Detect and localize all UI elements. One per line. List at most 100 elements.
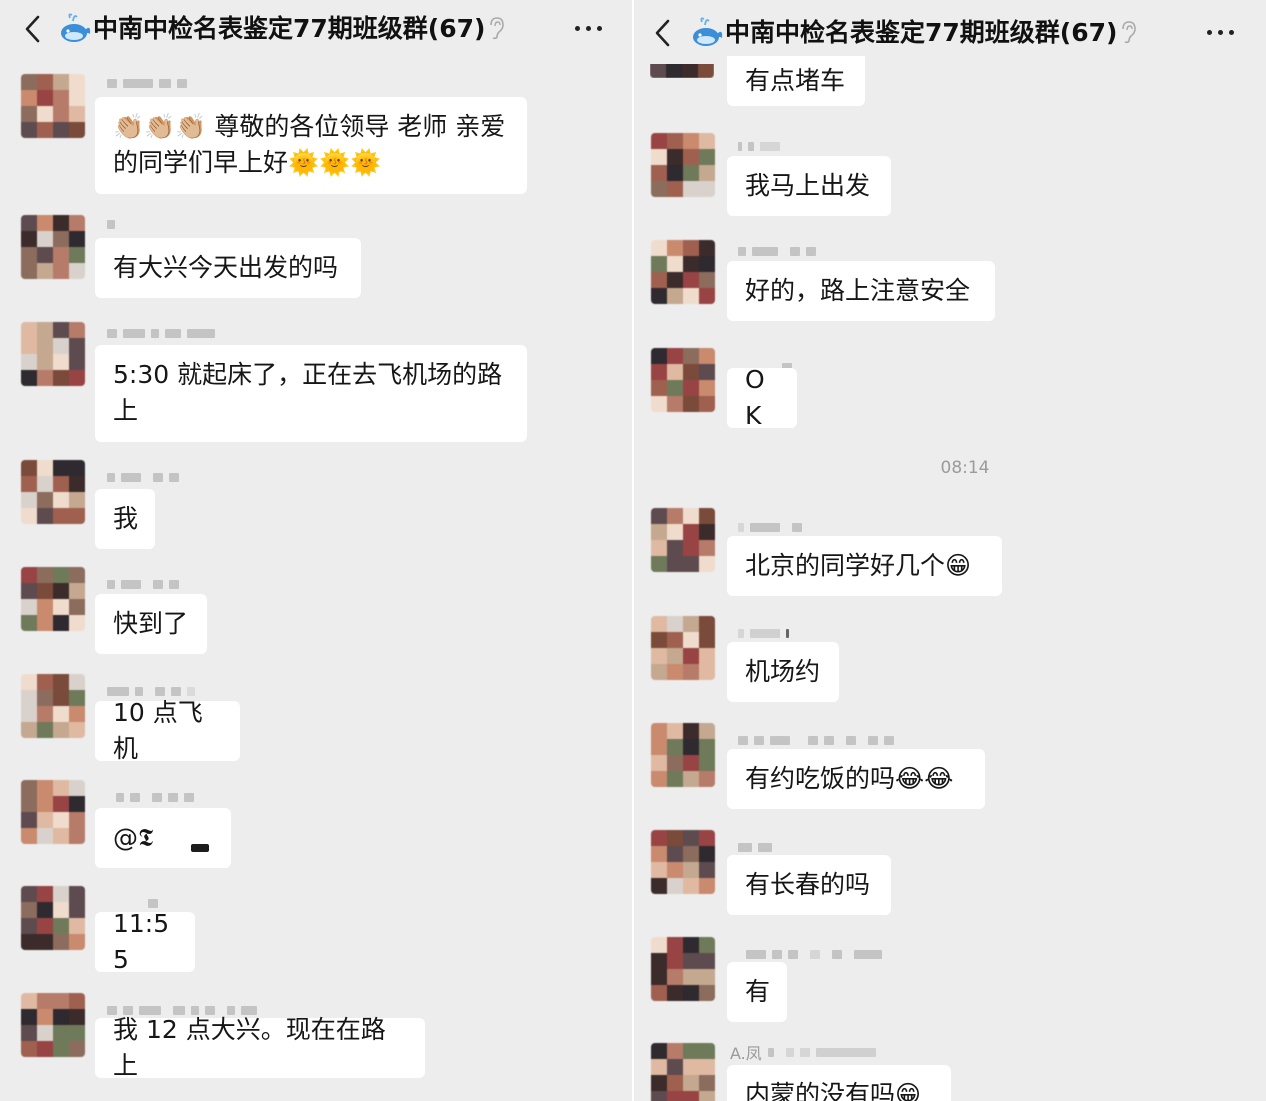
message-bubble[interactable]: 有大兴今天出发的吗	[95, 238, 361, 298]
avatar-pixel	[683, 1059, 699, 1075]
more-dots-icon[interactable]	[573, 22, 607, 36]
avatar[interactable]	[651, 240, 715, 304]
avatar-pixel	[683, 1075, 699, 1091]
message-text: OK	[745, 365, 765, 430]
avatar[interactable]	[21, 886, 85, 950]
avatar-pixel	[69, 122, 85, 138]
avatar[interactable]	[651, 348, 715, 412]
avatar-pixel	[37, 338, 53, 354]
sender-name	[107, 326, 215, 340]
avatar-pixel	[37, 828, 53, 844]
avatar[interactable]	[651, 133, 715, 197]
avatar-pixel	[651, 771, 667, 787]
avatar[interactable]	[21, 74, 85, 138]
more-dots-icon[interactable]	[1205, 26, 1239, 40]
whale-icon	[61, 13, 91, 42]
avatar-pixel	[683, 149, 699, 165]
avatar[interactable]	[21, 460, 85, 524]
avatar[interactable]	[651, 830, 715, 894]
chevron-left-icon[interactable]	[18, 12, 48, 46]
avatar-pixel	[667, 396, 683, 412]
message-text: 11:55	[113, 909, 170, 974]
ear-icon	[490, 17, 504, 40]
message-bubble[interactable]: 机场约	[727, 642, 839, 702]
avatar[interactable]	[21, 322, 85, 386]
avatar-pixel	[21, 567, 37, 583]
message-bubble[interactable]: 北京的同学好几个😁	[727, 536, 1002, 596]
message-bubble[interactable]: 有长春的吗	[727, 855, 891, 915]
avatar[interactable]	[651, 937, 715, 1001]
message-bubble[interactable]: 👏🏼👏🏼👏🏼 尊敬的各位领导 老师 亲爱的同学们早上好🌞🌞🌞	[95, 97, 527, 194]
avatar[interactable]	[21, 780, 85, 844]
avatar-pixel	[667, 878, 683, 894]
avatar-pixel	[651, 616, 667, 632]
avatar-pixel	[37, 993, 53, 1009]
avatar-pixel	[699, 524, 715, 540]
avatar-pixel	[53, 615, 69, 631]
whale-icon	[693, 17, 723, 46]
avatar-pixel	[69, 812, 85, 828]
message-bubble[interactable]: 我马上出发	[727, 156, 891, 216]
message-bubble[interactable]: 5:30 就起床了，正在去飞机场的路上	[95, 345, 527, 442]
avatar-pixel	[21, 918, 37, 934]
avatar[interactable]	[651, 616, 715, 680]
avatar-pixel	[683, 272, 699, 288]
avatar-pixel	[667, 755, 683, 771]
avatar-pixel	[699, 508, 715, 524]
message-bubble[interactable]: 好的，路上注意安全	[727, 261, 995, 321]
avatar-pixel	[683, 616, 699, 632]
message-bubble[interactable]: 10 点飞机	[95, 698, 240, 763]
message-text: 有长春的吗	[745, 870, 871, 899]
avatar-pixel	[37, 674, 53, 690]
message-bubble[interactable]: 我	[95, 489, 155, 549]
avatar[interactable]	[651, 508, 715, 572]
avatar-pixel	[667, 862, 683, 878]
avatar-pixel	[53, 812, 69, 828]
sender-name-text: A.凤	[730, 1044, 762, 1063]
avatar-pixel	[667, 256, 683, 272]
avatar-pixel	[683, 508, 699, 524]
avatar-pixel	[651, 1075, 667, 1091]
avatar-pixel	[53, 106, 69, 122]
avatar-pixel	[667, 830, 683, 846]
avatar-pixel	[53, 1025, 69, 1041]
avatar-pixel	[53, 722, 69, 738]
avatar-pixel	[651, 755, 667, 771]
avatar-pixel	[683, 1091, 699, 1101]
message-bubble[interactable]: OK	[727, 365, 797, 430]
avatar[interactable]	[651, 1043, 715, 1101]
avatar-pixel	[53, 674, 69, 690]
avatar-pixel	[69, 74, 85, 90]
sender-name: A.凤	[730, 1044, 876, 1063]
avatar[interactable]	[21, 567, 85, 631]
message-bubble[interactable]: 11:55	[95, 909, 195, 974]
avatar[interactable]	[651, 723, 715, 787]
avatar-pixel	[683, 723, 699, 739]
avatar-pixel	[683, 648, 699, 664]
avatar-pixel	[69, 1041, 85, 1057]
avatar-pixel	[53, 74, 69, 90]
avatar-pixel	[699, 969, 715, 985]
avatar-pixel	[53, 354, 69, 370]
avatar[interactable]	[21, 215, 85, 279]
message-bubble[interactable]: 我 12 点大兴。现在在路上	[95, 1015, 425, 1080]
avatar-pixel	[37, 460, 53, 476]
avatar-pixel	[53, 886, 69, 902]
message-bubble[interactable]: 内蒙的没有吗😁	[727, 1065, 951, 1101]
avatar-pixel	[699, 165, 715, 181]
avatar-pixel	[21, 690, 37, 706]
avatar-pixel	[699, 256, 715, 272]
avatar-pixel	[69, 492, 85, 508]
message-bubble[interactable]: 有	[727, 962, 787, 1022]
message-bubble[interactable]: 快到了	[95, 594, 207, 654]
avatar[interactable]	[21, 993, 85, 1057]
chevron-left-icon[interactable]	[648, 16, 678, 50]
avatar[interactable]	[21, 674, 85, 738]
avatar-pixel	[69, 934, 85, 950]
sender-name	[116, 790, 194, 804]
avatar-pixel	[53, 338, 69, 354]
message-bubble[interactable]: @𝕿	[95, 808, 231, 868]
message-bubble[interactable]: 有约吃饭的吗😂😂	[727, 749, 985, 809]
message-bubble[interactable]: 有点堵车	[727, 56, 865, 106]
avatar-pixel	[651, 830, 667, 846]
